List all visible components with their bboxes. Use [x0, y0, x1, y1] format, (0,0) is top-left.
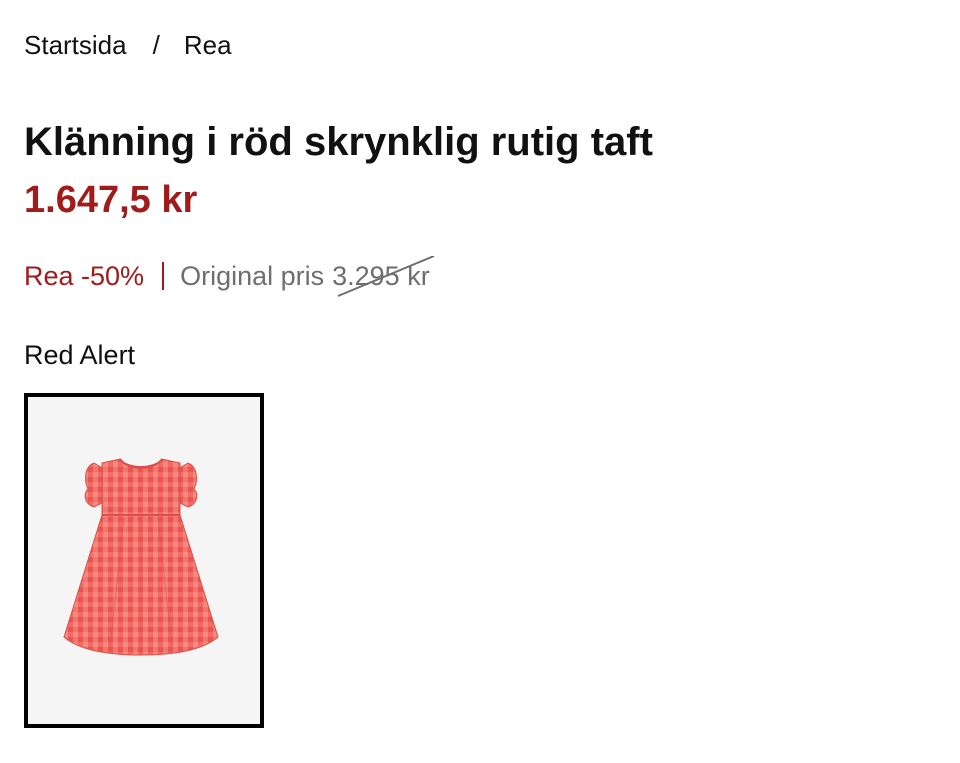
breadcrumb-home-link[interactable]: Startsida	[24, 30, 127, 60]
breadcrumb: Startsida / Rea	[24, 28, 232, 62]
original-price-value: 3.295 kr	[332, 256, 435, 297]
product-brand[interactable]: Red Alert	[24, 338, 135, 372]
breadcrumb-separator: /	[152, 30, 160, 60]
product-sale-price: 1.647,5 kr	[24, 179, 198, 221]
sale-divider	[162, 262, 165, 290]
product-thumbnail[interactable]	[24, 393, 264, 728]
red-gingham-dress-image	[28, 397, 260, 724]
sale-info-row: Rea -50% Original pris 3.295 kr	[24, 256, 435, 297]
original-price-label: Original pris	[180, 261, 325, 291]
sale-discount-label: Rea -50%	[24, 261, 145, 291]
original-price-text: 3.295 kr	[332, 261, 430, 291]
breadcrumb-current-link[interactable]: Rea	[184, 30, 232, 60]
product-title: Klänning i röd skrynklig rutig taft	[24, 120, 653, 164]
